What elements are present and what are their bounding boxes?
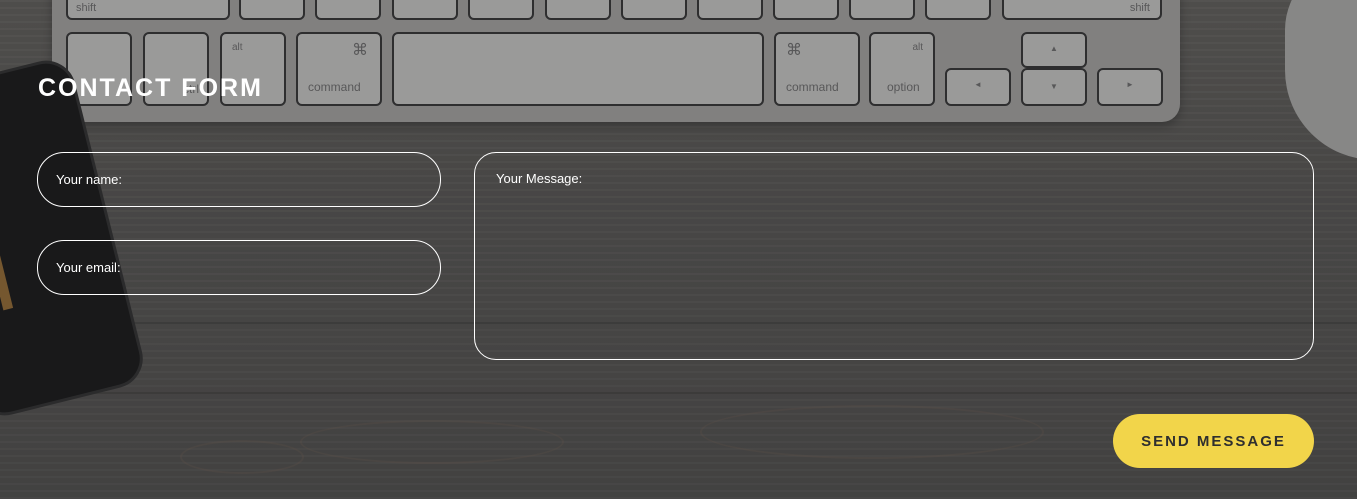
page-title: CONTACT FORM [38, 74, 263, 102]
send-message-button[interactable]: SEND MESSAGE [1113, 414, 1314, 468]
message-textarea[interactable] [474, 152, 1314, 360]
name-input[interactable] [37, 152, 441, 207]
email-input[interactable] [37, 240, 441, 295]
